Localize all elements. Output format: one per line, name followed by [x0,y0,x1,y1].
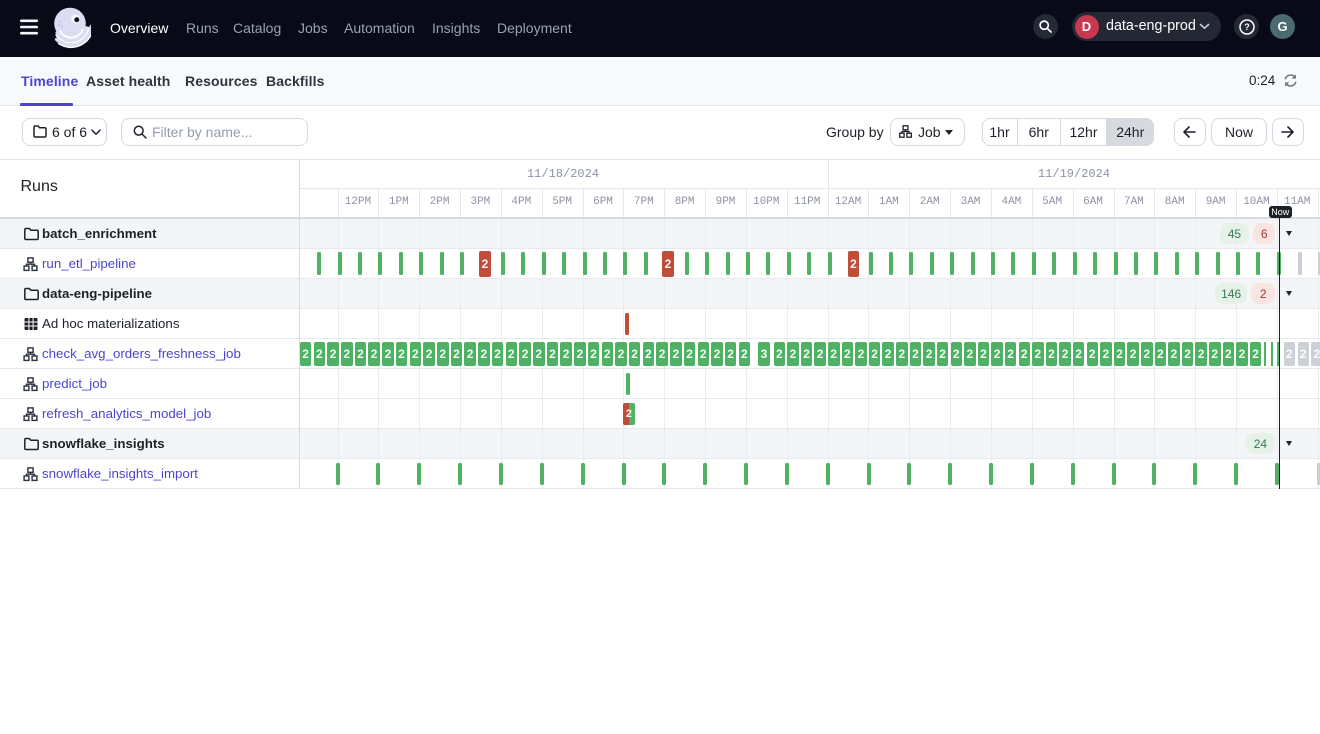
svg-text:?: ? [1244,22,1250,32]
